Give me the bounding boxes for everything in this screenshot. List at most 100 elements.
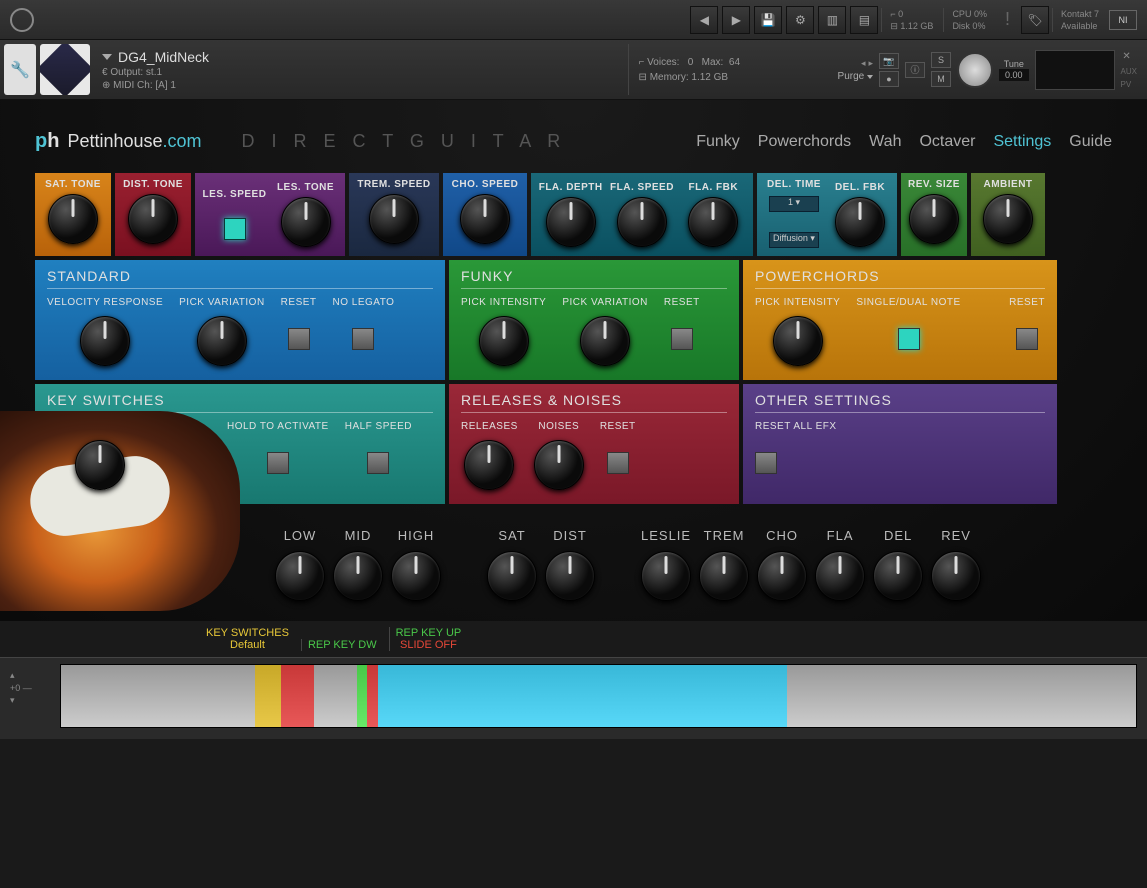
rev-knob[interactable] [931, 551, 981, 601]
tune-knob[interactable] [957, 52, 993, 88]
other-title: OTHER SETTINGS [755, 392, 1045, 413]
power-title: POWERCHORDS [755, 268, 1045, 289]
fla-speed-label: FLA. SPEED [610, 182, 674, 193]
tab-powerchords[interactable]: Powerchords [758, 133, 851, 151]
view-button-2[interactable]: ▤ [850, 6, 878, 34]
tab-octaver[interactable]: Octaver [919, 133, 975, 151]
dist-tone-label: DIST. TONE [123, 179, 183, 190]
legend-rep-up: REP KEY UP [396, 627, 462, 639]
tab-funky[interactable]: Funky [696, 133, 740, 151]
wrench-button[interactable]: 🔧 [4, 44, 36, 95]
ni-logo-icon: NI [1109, 10, 1137, 30]
transpose-control[interactable]: ▴ +0 — ▾ [10, 668, 32, 708]
funky-reset-button[interactable] [671, 328, 693, 350]
fla-depth-label: FLA. DEPTH [539, 182, 603, 193]
vel-trigger-knob[interactable] [75, 440, 125, 490]
leslie-knob[interactable] [641, 551, 691, 601]
memory-readout: ⊟ Memory: 1.12 GB [639, 72, 828, 83]
purge-button[interactable]: Purge [838, 71, 873, 82]
dropdown-icon [102, 54, 112, 60]
prev-button[interactable]: ◀ [690, 6, 718, 34]
tab-guide[interactable]: Guide [1069, 133, 1112, 151]
funky-title: FUNKY [461, 268, 727, 289]
noises-knob[interactable] [534, 440, 584, 490]
guitar-image [0, 411, 240, 611]
funky-pick-int-label: PICK INTENSITY [461, 297, 546, 308]
funky-pick-var-knob[interactable] [580, 316, 630, 366]
hold-label: HOLD TO ACTIVATE [227, 421, 329, 432]
cho-knob[interactable] [757, 551, 807, 601]
rev-size-knob[interactable] [909, 194, 959, 244]
dist-knob[interactable] [545, 551, 595, 601]
ambient-knob[interactable] [983, 194, 1033, 244]
power-reset-label: RESET [1009, 297, 1045, 308]
del-fbk-knob[interactable] [835, 197, 885, 247]
settings-button[interactable]: ⚙ [786, 6, 814, 34]
tab-settings[interactable]: Settings [993, 133, 1051, 151]
fla-depth-knob[interactable] [546, 197, 596, 247]
info-button[interactable]: ⓘ [905, 62, 925, 78]
snapshot-button[interactable]: 📷 [879, 53, 899, 69]
half-speed-button[interactable] [367, 452, 389, 474]
std-reset-label: RESET [281, 297, 317, 308]
single-dual-label: SINGLE/DUAL NOTE [856, 297, 960, 308]
std-reset-button[interactable] [288, 328, 310, 350]
del-diffusion-select[interactable]: Diffusion ▾ [769, 232, 819, 248]
fla-knob[interactable] [815, 551, 865, 601]
close-button[interactable]: ✕ [1121, 51, 1133, 63]
ph-logo-icon: ph [35, 130, 59, 153]
les-tone-knob[interactable] [281, 197, 331, 247]
app-name-block: Kontakt 7 Available [1052, 8, 1107, 32]
view-button-1[interactable]: ▥ [818, 6, 846, 34]
single-dual-button[interactable] [898, 328, 920, 350]
trem-speed-label: TREM. SPEED [357, 179, 430, 190]
pv-button[interactable]: ● [879, 71, 899, 87]
tune-value[interactable]: 0.00 [999, 69, 1029, 81]
solo-button[interactable]: S [931, 52, 951, 68]
tab-wah[interactable]: Wah [869, 133, 901, 151]
power-reset-button[interactable] [1016, 328, 1038, 350]
next-button[interactable]: ▶ [722, 6, 750, 34]
leslie-label: LESLIE [641, 528, 691, 543]
tag-icon[interactable]: 🏷 [1021, 6, 1049, 34]
release-reset-button[interactable] [607, 452, 629, 474]
fla-fbk-knob[interactable] [688, 197, 738, 247]
low-knob[interactable] [275, 551, 325, 601]
mid-knob[interactable] [333, 551, 383, 601]
del-fbk-label: DEL. FBK [835, 182, 885, 193]
del-knob[interactable] [873, 551, 923, 601]
no-legato-button[interactable] [352, 328, 374, 350]
trem-knob[interactable] [699, 551, 749, 601]
releases-label: RELEASES [461, 421, 518, 432]
sat-knob[interactable] [487, 551, 537, 601]
top-toolbar: ◀ ▶ 💾 ⚙ ▥ ▤ ⌐ 0 ⊟ 1.12 GB CPU 0% Disk 0%… [0, 0, 1147, 40]
high-knob[interactable] [391, 551, 441, 601]
les-speed-label: LES. SPEED [203, 189, 267, 200]
legend-slide: SLIDE OFF [400, 639, 457, 651]
virtual-keyboard[interactable] [60, 664, 1137, 728]
les-tone-label: LES. TONE [277, 182, 334, 193]
reset-efx-button[interactable] [755, 452, 777, 474]
trem-speed-knob[interactable] [369, 194, 419, 244]
instrument-name[interactable]: DG4_MidNeck [102, 49, 616, 65]
vel-response-knob[interactable] [80, 316, 130, 366]
hold-button[interactable] [267, 452, 289, 474]
power-pick-int-knob[interactable] [773, 316, 823, 366]
trem-label: TREM [704, 528, 745, 543]
mute-button[interactable]: M [931, 71, 951, 87]
funky-pick-var-label: PICK VARIATION [562, 297, 648, 308]
std-pick-var-knob[interactable] [197, 316, 247, 366]
releases-knob[interactable] [464, 440, 514, 490]
cho-speed-knob[interactable] [460, 194, 510, 244]
sat-tone-knob[interactable] [48, 194, 98, 244]
funky-pick-int-knob[interactable] [479, 316, 529, 366]
les-speed-button[interactable] [224, 218, 246, 240]
brand-link[interactable]: Pettinhouse.com [67, 131, 201, 152]
save-button[interactable]: 💾 [754, 6, 782, 34]
low-label: LOW [284, 528, 317, 543]
del-time-select[interactable]: 1 ▾ [769, 196, 819, 212]
keyboard-area: ▴ +0 — ▾ [0, 657, 1147, 739]
dist-tone-knob[interactable] [128, 194, 178, 244]
fla-speed-knob[interactable] [617, 197, 667, 247]
dist-label: DIST [553, 528, 587, 543]
